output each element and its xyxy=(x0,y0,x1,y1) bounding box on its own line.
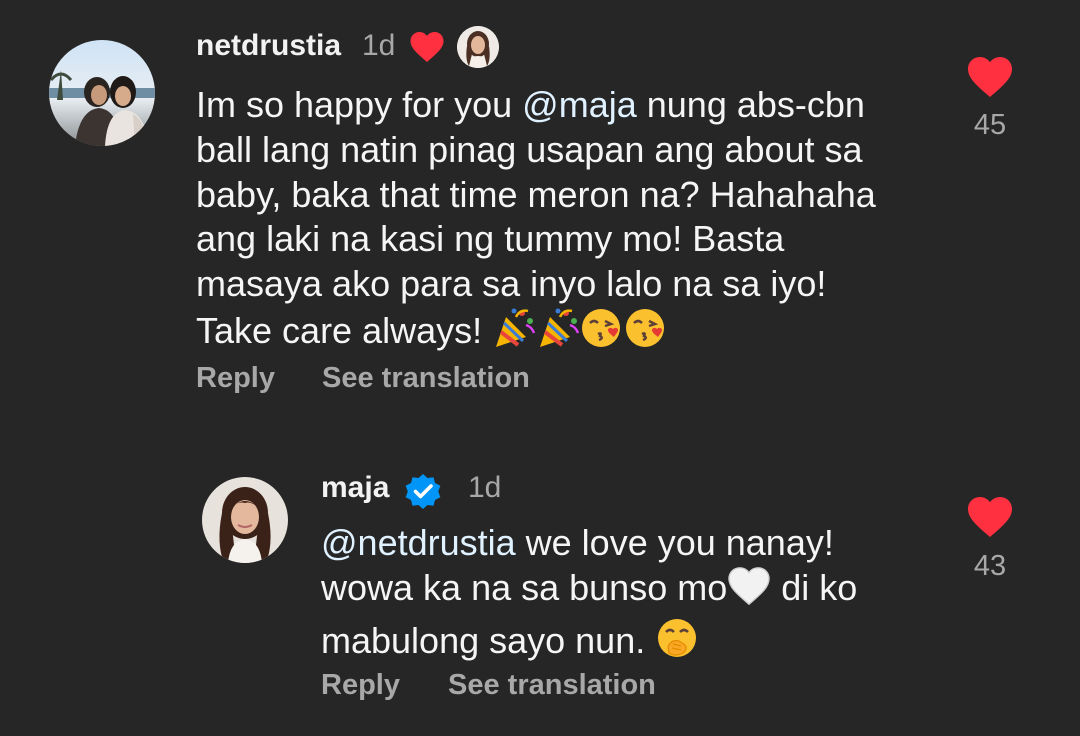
comment-text-segment: Take care always! xyxy=(196,309,493,351)
comments-screen: netdrustia 1d Im so happy for you @maja … xyxy=(0,0,1080,736)
avatar[interactable] xyxy=(49,40,155,146)
comment-line: Take care always! xyxy=(196,307,876,360)
reply-button[interactable]: Reply xyxy=(321,668,400,702)
comment-text-segment: wowa ka na sa bunso mo xyxy=(321,566,728,608)
comment-timestamp: 1d xyxy=(362,29,396,62)
like-heart-icon[interactable] xyxy=(966,495,1014,539)
hand-over-mouth-emoji xyxy=(655,617,699,670)
comment-text-segment: we love you nanay! xyxy=(515,522,834,563)
see-translation-button[interactable]: See translation xyxy=(448,668,656,702)
mention-link[interactable]: @netdrustia xyxy=(321,522,516,563)
reply-button[interactable]: Reply xyxy=(196,361,275,395)
author-mini-avatar xyxy=(457,26,499,68)
comment-line: ball lang natin pinag usapan ang about s… xyxy=(196,128,863,170)
comment-line: masaya ako para sa inyo lalo na sa iyo! xyxy=(196,263,827,305)
comment-line: ang laki na kasi ng tummy mo! Basta xyxy=(196,218,785,260)
white-heart-emoji xyxy=(727,566,771,617)
kissing-heart-emoji xyxy=(624,307,668,360)
see-translation-button[interactable]: See translation xyxy=(322,361,530,395)
comment-line: baby, baka that time meron na? Hahahaha xyxy=(196,173,876,215)
comment-line: Im so happy for you @maja nung abs-cbn xyxy=(196,83,876,128)
comment-text-segment: Im so happy for you xyxy=(196,84,523,125)
like-heart-icon[interactable] xyxy=(966,55,1014,99)
like-count: 45 xyxy=(973,109,1007,141)
comment-text-segment: nung abs-cbn xyxy=(636,84,865,125)
comment-maja: maja 1d @netdrustia we love you nanay! w… xyxy=(0,440,1080,736)
verified-badge-icon xyxy=(403,472,443,512)
comment-username[interactable]: maja xyxy=(321,471,389,505)
comment-username[interactable]: netdrustia xyxy=(196,29,341,63)
heart-liked-by-author-icon xyxy=(409,30,445,64)
comment-timestamp: 1d xyxy=(468,471,502,504)
like-count: 43 xyxy=(973,550,1007,582)
comment-line: wowa ka na sa bunso mo di ko xyxy=(321,566,857,617)
comment-text-segment: di ko xyxy=(771,566,858,608)
avatar[interactable] xyxy=(202,477,288,563)
comment-line: mabulong sayo nun. xyxy=(321,617,857,670)
comment-text: @netdrustia we love you nanay! wowa ka n… xyxy=(321,521,857,669)
mention-link[interactable]: @maja xyxy=(522,84,637,125)
comment-line: @netdrustia we love you nanay! xyxy=(321,521,857,566)
comment-text-segment: mabulong sayo nun. xyxy=(321,619,656,661)
comment-text: Im so happy for you @maja nung abs-cbn b… xyxy=(196,83,876,360)
comment-netdrustia: netdrustia 1d Im so happy for you @maja … xyxy=(0,0,1080,420)
party-popper-emoji xyxy=(492,307,536,360)
party-popper-emoji xyxy=(536,307,580,360)
kissing-heart-emoji xyxy=(580,307,624,360)
